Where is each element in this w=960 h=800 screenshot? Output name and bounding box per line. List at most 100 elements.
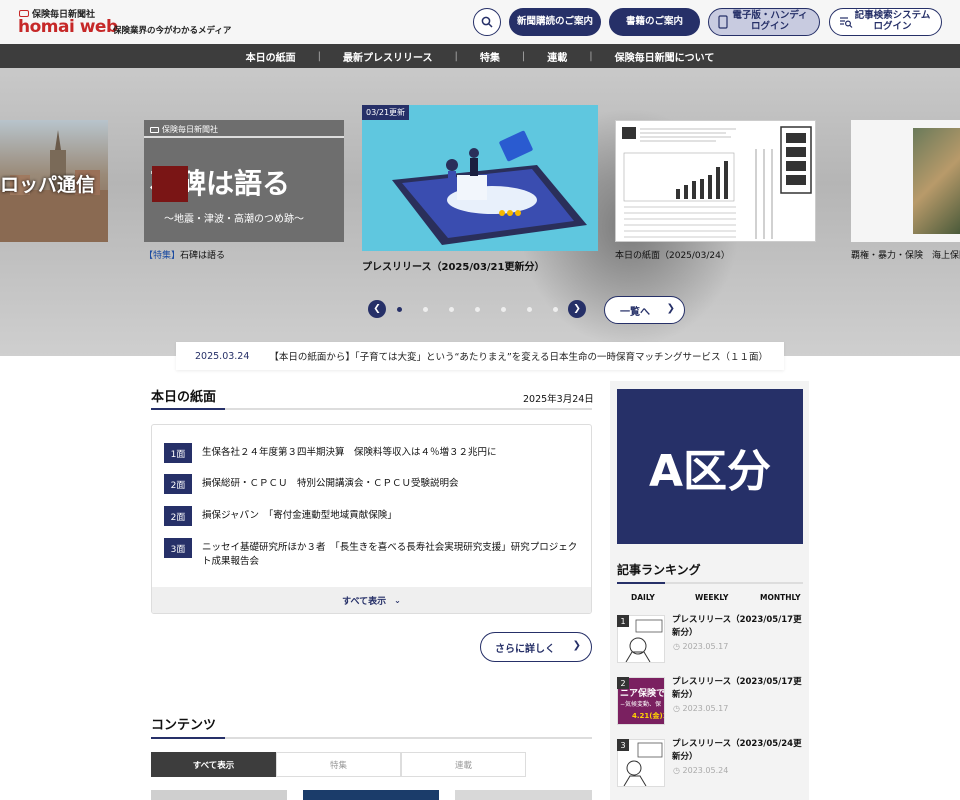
- nav-todays-paper[interactable]: 本日の紙面: [224, 49, 318, 64]
- carousel-dot[interactable]: [448, 306, 454, 312]
- news-ticker[interactable]: 2025.03.24 【本日の紙面から】「子育ては大変」という“あたりまえ”を変…: [176, 342, 784, 370]
- ranking-item[interactable]: ニア保険で −気候変動、保 4.21(金)1 2 プレスリリース（2023/05…: [617, 677, 803, 727]
- section-divider: [617, 582, 803, 584]
- list-item[interactable]: 1面 生保各社２４年度第３四半期決算 保険料等収入は４％増３２兆円に: [164, 443, 582, 463]
- content-card[interactable]: [455, 790, 592, 800]
- digital-login-label: 電子版・ハンディ ログイン: [732, 10, 808, 32]
- rank-number: 3: [617, 739, 629, 751]
- carousel-dot[interactable]: [552, 306, 558, 312]
- carousel-slide[interactable]: 保険毎日新聞社 石碑は語る 〜地震・津波・高潮のつめ跡〜: [144, 120, 344, 242]
- ticker-date: 2025.03.24: [195, 350, 250, 362]
- chevron-right-icon: ❯: [573, 304, 581, 314]
- list-item[interactable]: 3面 ニッセイ基礎研究所ほか３者 「長生きを喜べる長寿社会実現研究支援」研究プロジ…: [164, 538, 582, 569]
- section-divider: [151, 408, 592, 410]
- ranking-item[interactable]: 1 プレスリリース（2023/05/17更新分） ◷ 2023.05.17: [617, 615, 803, 665]
- phone-illustration: [392, 130, 587, 245]
- clock-icon: ◷: [673, 704, 683, 713]
- slide-image-subtitle: 〜地震・津波・高潮のつめ跡〜: [164, 214, 304, 225]
- document-search-icon: [840, 17, 853, 28]
- clock-icon: ◷: [673, 766, 683, 775]
- ranking-item-title: プレスリリース（2023/05/17更新分）: [672, 677, 802, 700]
- article-search-label: 記事検索システム ログイン: [854, 10, 931, 32]
- ranking-tab-daily[interactable]: DAILY: [631, 593, 655, 602]
- page-badge: 1面: [164, 443, 192, 463]
- nav-features[interactable]: 特集: [458, 49, 522, 64]
- carousel-dot[interactable]: [526, 306, 532, 312]
- page-badge: 2面: [164, 506, 192, 526]
- list-item[interactable]: 2面 損保総研・ＣＰＣＵ 特別公開講演会・ＣＰＣＵ受験説明会: [164, 474, 582, 494]
- hero-carousel: ロッパ通信 保険毎日新聞社 石碑は語る 〜地震・津波・高潮のつめ跡〜 【特集】石…: [0, 68, 960, 356]
- ranking-tab-monthly[interactable]: MONTHLY: [760, 593, 801, 602]
- carousel-dot[interactable]: [500, 306, 506, 312]
- article-headline: 損保ジャパン 「寄付金連動型地域貢献保険」: [202, 510, 397, 521]
- carousel-dot[interactable]: [474, 306, 480, 312]
- slide-caption[interactable]: 覇権・暴力・保険 海上保険の: [851, 248, 960, 261]
- tab-all[interactable]: すべて表示: [151, 752, 276, 777]
- nav-series[interactable]: 連載: [525, 49, 589, 64]
- search-button[interactable]: [473, 8, 501, 36]
- clock-icon: ◷: [673, 642, 683, 651]
- rank-number: 2: [617, 677, 629, 689]
- books-button[interactable]: 書籍のご案内: [609, 8, 700, 36]
- ranking-item-date: ◷ 2023.05.17: [673, 704, 729, 713]
- carousel-slide[interactable]: ロッパ通信: [0, 120, 108, 242]
- carousel-list-button[interactable]: 一覧へ ❯: [604, 296, 685, 324]
- article-search-login-button[interactable]: 記事検索システム ログイン: [829, 8, 942, 36]
- carousel-slide[interactable]: [851, 120, 960, 242]
- newspaper-page: [622, 126, 812, 239]
- page-badge: 2面: [164, 474, 192, 494]
- content-card[interactable]: [151, 790, 287, 800]
- carousel-next-button[interactable]: ❯: [568, 300, 586, 318]
- chevron-left-icon: ❮: [373, 304, 381, 314]
- article-headline: ニッセイ基礎研究所ほか３者 「長生きを喜べる長寿社会実現研究支援」研究プロジェク…: [202, 542, 578, 567]
- show-all-button[interactable]: すべて表示 ⌄: [152, 587, 591, 613]
- publisher-mark-icon: [19, 10, 29, 17]
- carousel-prev-button[interactable]: ❮: [368, 300, 386, 318]
- tablet-icon: [718, 15, 728, 29]
- tab-series[interactable]: 連載: [401, 752, 526, 777]
- site-logo[interactable]: homai web: [18, 17, 118, 37]
- contents-tabs: すべて表示 特集 連載: [151, 752, 526, 777]
- article-headline: 生保各社２４年度第３四半期決算 保険料等収入は４％増３２兆円に: [202, 447, 497, 458]
- ticker-text: 【本日の紙面から】「子育ては大変」という“あたりまえ”を変える日本生命の一時保育…: [269, 352, 769, 363]
- ranking-item-title: プレスリリース（2023/05/24更新分）: [672, 739, 802, 762]
- ranking-item-date: ◷ 2023.05.17: [673, 642, 729, 651]
- list-item[interactable]: 2面 損保ジャパン 「寄付金連動型地域貢献保険」: [164, 506, 582, 526]
- nav-press-releases[interactable]: 最新プレスリリース: [321, 49, 455, 64]
- todays-paper-date: 2025年3月24日: [523, 394, 594, 405]
- nav-about[interactable]: 保険毎日新聞について: [593, 49, 737, 64]
- carousel-dot[interactable]: [396, 306, 402, 312]
- ranking-tab-weekly[interactable]: WEEKLY: [695, 593, 728, 602]
- search-icon: [481, 16, 493, 28]
- section-divider: [151, 737, 592, 739]
- site-tagline: 保険業界の今がわかるメディア: [113, 26, 232, 36]
- update-badge: 03/21更新: [362, 105, 410, 120]
- chevron-right-icon: ❯: [666, 303, 675, 314]
- article-headline: 損保総研・ＣＰＣＵ 特別公開講演会・ＣＰＣＵ受験説明会: [202, 478, 459, 489]
- carousel-pagination: ❮ ❯: [368, 300, 586, 318]
- contents-title: コンテンツ: [151, 718, 217, 733]
- rank-number: 1: [617, 615, 629, 627]
- slide-publisher: 保険毎日新聞社: [150, 124, 218, 135]
- carousel-dot[interactable]: [422, 306, 428, 312]
- carousel-slide[interactable]: [615, 120, 816, 242]
- chevron-down-icon: ⌄: [394, 595, 401, 605]
- main-nav: 本日の紙面 | 最新プレスリリース | 特集 | 連載 | 保険毎日新聞について: [0, 44, 960, 68]
- slide-image-text: ロッパ通信: [0, 174, 96, 196]
- slide-caption[interactable]: 【特集】石碑は語る: [144, 248, 225, 261]
- page-badge: 3面: [164, 538, 192, 558]
- ranking-title: 記事ランキング: [617, 563, 701, 577]
- ranking-item-date: ◷ 2023.05.24: [673, 766, 729, 775]
- todays-paper-title: 本日の紙面: [151, 390, 217, 405]
- slide-caption[interactable]: 本日の紙面（2025/03/24）: [615, 248, 730, 261]
- slide-caption[interactable]: プレスリリース（2025/03/21更新分）: [362, 258, 544, 273]
- ranking-item[interactable]: 3 プレスリリース（2023/05/24更新分） ◷ 2023.05.24: [617, 739, 803, 789]
- tab-features[interactable]: 特集: [276, 752, 401, 777]
- more-details-button[interactable]: さらに詳しく ❯: [480, 632, 592, 662]
- content-card[interactable]: [303, 790, 439, 800]
- ad-banner[interactable]: A区分: [617, 389, 803, 544]
- book-cover-image: [913, 128, 960, 234]
- digital-login-button[interactable]: 電子版・ハンディ ログイン: [708, 8, 820, 36]
- subscribe-button[interactable]: 新聞購読のご案内: [509, 8, 601, 36]
- carousel-slide[interactable]: 03/21更新: [362, 105, 598, 251]
